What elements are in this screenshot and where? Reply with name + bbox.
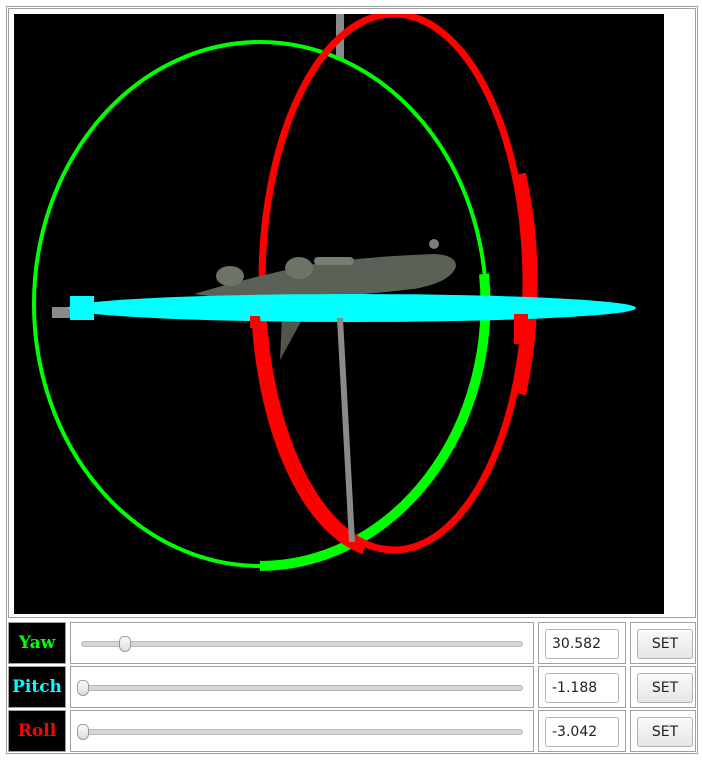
roll-label-cell: Roll [8, 710, 66, 752]
pitch-slider-thumb[interactable] [77, 680, 90, 696]
pitch-slider-cell [70, 666, 534, 708]
roll-slider-track[interactable] [77, 724, 523, 740]
roll-value-input[interactable] [545, 717, 619, 747]
yaw-label-cell: Yaw [8, 622, 66, 664]
gimbal-scene-svg [32, 14, 636, 571]
pitch-button-cell: SET [630, 666, 696, 708]
pitch-disc [68, 294, 636, 322]
roll-ring-joint-left [250, 316, 260, 328]
pitch-value-cell [538, 666, 626, 708]
roll-slider-cell [70, 710, 534, 752]
pitch-label: Pitch [12, 677, 62, 697]
yaw-value-input[interactable] [545, 629, 619, 659]
pitch-disc-edge [70, 296, 94, 320]
roll-value-cell [538, 710, 626, 752]
yaw-slider-cell [70, 622, 534, 664]
pitch-label-cell: Pitch [8, 666, 66, 708]
roll-slider-thumb[interactable] [77, 724, 90, 740]
yaw-value-cell [538, 622, 626, 664]
pitch-slider-track[interactable] [77, 680, 523, 696]
pitch-value-input[interactable] [545, 673, 619, 703]
yaw-slider-track[interactable] [81, 636, 523, 652]
yaw-slider-thumb[interactable] [118, 636, 131, 652]
yaw-label: Yaw [18, 633, 56, 653]
lower-axis-rod [337, 317, 355, 543]
roll-ring-joint [514, 314, 528, 344]
pitch-set-button[interactable]: SET [637, 673, 693, 703]
roll-ring-thick [514, 172, 538, 396]
roll-set-button[interactable]: SET [637, 717, 693, 747]
roll-button-cell: SET [630, 710, 696, 752]
yaw-set-button[interactable]: SET [637, 629, 693, 659]
yaw-button-cell: SET [630, 622, 696, 664]
roll-label: Roll [17, 721, 57, 741]
3d-viewport[interactable] [14, 14, 664, 614]
